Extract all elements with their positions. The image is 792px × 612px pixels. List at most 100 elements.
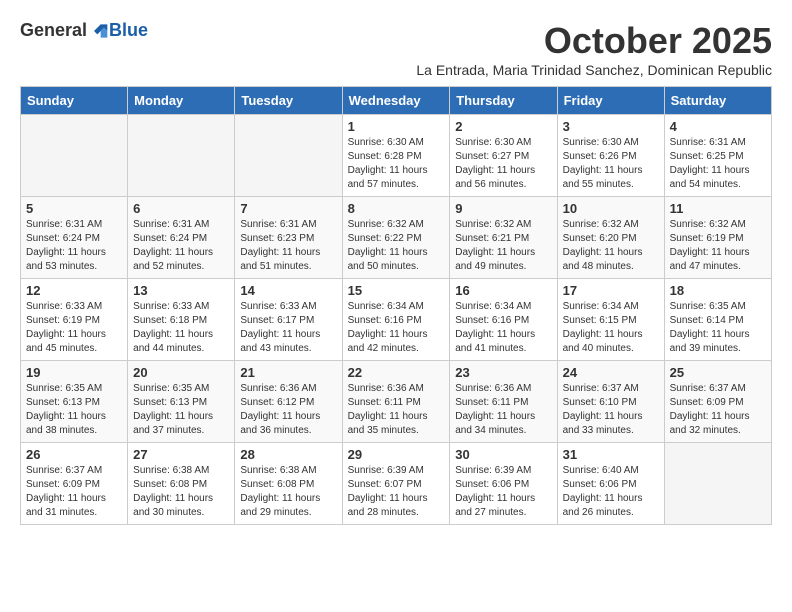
day-number: 12 [26, 283, 122, 298]
calendar-cell: 11 Sunrise: 6:32 AMSunset: 6:19 PMDayligh… [664, 197, 771, 279]
month-title: October 2025 [416, 20, 772, 62]
day-number: 28 [240, 447, 336, 462]
subtitle: La Entrada, Maria Trinidad Sanchez, Domi… [416, 62, 772, 78]
day-info: Sunrise: 6:30 AMSunset: 6:26 PMDaylight:… [563, 136, 659, 192]
day-number: 16 [455, 283, 551, 298]
weekday-header: Thursday [450, 87, 557, 115]
day-info: Sunrise: 6:38 AMSunset: 6:08 PMDaylight:… [240, 464, 336, 520]
day-number: 4 [670, 119, 766, 134]
calendar-cell: 23 Sunrise: 6:36 AMSunset: 6:11 PMDayligh… [450, 361, 557, 443]
calendar-cell: 6Sunrise: 6:31 AMSunset: 6:24 PMDaylight… [128, 197, 235, 279]
day-number: 20 [133, 365, 229, 380]
day-number: 25 [670, 365, 766, 380]
day-number: 30 [455, 447, 551, 462]
calendar-cell [128, 115, 235, 197]
calendar-cell: 18Sunrise: 6:35 AMSunset: 6:14 PMDayligh… [664, 279, 771, 361]
calendar-cell: 9Sunrise: 6:32 AMSunset: 6:21 PMDaylight… [450, 197, 557, 279]
day-info: Sunrise: 6:39 AMSunset: 6:07 PMDaylight:… [348, 464, 445, 520]
logo-general-text: General [20, 20, 87, 41]
weekday-header: Sunday [21, 87, 128, 115]
day-info: Sunrise: 6:33 AMSunset: 6:17 PMDaylight:… [240, 300, 336, 356]
calendar-cell: 22Sunrise: 6:36 AMSunset: 6:11 PMDayligh… [342, 361, 450, 443]
day-number: 24 [563, 365, 659, 380]
day-number: 3 [563, 119, 659, 134]
calendar-cell: 15 Sunrise: 6:34 AMSunset: 6:16 PMDayligh… [342, 279, 450, 361]
day-number: 29 [348, 447, 445, 462]
calendar-cell [664, 443, 771, 525]
calendar-cell: 8Sunrise: 6:32 AMSunset: 6:22 PMDaylight… [342, 197, 450, 279]
day-number: 27 [133, 447, 229, 462]
day-number: 10 [563, 201, 659, 216]
day-info: Sunrise: 6:34 AMSunset: 6:15 PMDaylight:… [563, 300, 659, 356]
logo-blue-text: Blue [109, 20, 148, 41]
weekday-header: Tuesday [235, 87, 342, 115]
day-number: 14 [240, 283, 336, 298]
calendar-cell: 24Sunrise: 6:37 AMSunset: 6:10 PMDayligh… [557, 361, 664, 443]
day-number: 23 [455, 365, 551, 380]
calendar-cell: 29 Sunrise: 6:39 AMSunset: 6:07 PMDayligh… [342, 443, 450, 525]
day-info: Sunrise: 6:33 AMSunset: 6:19 PMDaylight:… [26, 300, 122, 356]
calendar-cell: 3 Sunrise: 6:30 AMSunset: 6:26 PMDaylight… [557, 115, 664, 197]
weekday-header-row: SundayMondayTuesdayWednesdayThursdayFrid… [21, 87, 772, 115]
day-info: Sunrise: 6:32 AMSunset: 6:22 PMDaylight:… [348, 218, 445, 274]
day-info: Sunrise: 6:37 AMSunset: 6:09 PMDaylight:… [26, 464, 122, 520]
page-header: General Blue October 2025 La Entrada, Ma… [20, 20, 772, 78]
calendar-cell: 19 Sunrise: 6:35 AMSunset: 6:13 PMDayligh… [21, 361, 128, 443]
day-info: Sunrise: 6:31 AMSunset: 6:23 PMDaylight:… [240, 218, 336, 274]
day-number: 17 [563, 283, 659, 298]
day-info: Sunrise: 6:32 AMSunset: 6:19 PMDaylight:… [670, 218, 766, 274]
calendar-table: SundayMondayTuesdayWednesdayThursdayFrid… [20, 86, 772, 525]
calendar-cell: 27 Sunrise: 6:38 AMSunset: 6:08 PMDayligh… [128, 443, 235, 525]
calendar-week-row: 12 Sunrise: 6:33 AMSunset: 6:19 PMDayligh… [21, 279, 772, 361]
calendar-week-row: 1 Sunrise: 6:30 AMSunset: 6:28 PMDaylight… [21, 115, 772, 197]
day-number: 18 [670, 283, 766, 298]
calendar-cell [235, 115, 342, 197]
day-number: 22 [348, 365, 445, 380]
logo-icon [89, 21, 109, 41]
day-number: 21 [240, 365, 336, 380]
calendar-cell: 30 Sunrise: 6:39 AMSunset: 6:06 PMDayligh… [450, 443, 557, 525]
day-info: Sunrise: 6:40 AMSunset: 6:06 PMDaylight:… [563, 464, 659, 520]
day-info: Sunrise: 6:30 AMSunset: 6:28 PMDaylight:… [348, 136, 445, 192]
weekday-header: Friday [557, 87, 664, 115]
weekday-header: Wednesday [342, 87, 450, 115]
day-number: 13 [133, 283, 229, 298]
calendar-cell: 25 Sunrise: 6:37 AMSunset: 6:09 PMDayligh… [664, 361, 771, 443]
calendar-cell: 5Sunrise: 6:31 AMSunset: 6:24 PMDaylight… [21, 197, 128, 279]
day-info: Sunrise: 6:30 AMSunset: 6:27 PMDaylight:… [455, 136, 551, 192]
day-info: Sunrise: 6:35 AMSunset: 6:13 PMDaylight:… [133, 382, 229, 438]
day-number: 6 [133, 201, 229, 216]
calendar-cell: 4Sunrise: 6:31 AMSunset: 6:25 PMDaylight… [664, 115, 771, 197]
calendar-cell: 26Sunrise: 6:37 AMSunset: 6:09 PMDayligh… [21, 443, 128, 525]
day-info: Sunrise: 6:37 AMSunset: 6:09 PMDaylight:… [670, 382, 766, 438]
calendar-cell: 2 Sunrise: 6:30 AMSunset: 6:27 PMDaylight… [450, 115, 557, 197]
day-info: Sunrise: 6:32 AMSunset: 6:21 PMDaylight:… [455, 218, 551, 274]
day-number: 15 [348, 283, 445, 298]
day-number: 11 [670, 201, 766, 216]
calendar-cell: 10 Sunrise: 6:32 AMSunset: 6:20 PMDayligh… [557, 197, 664, 279]
calendar-cell: 7 Sunrise: 6:31 AMSunset: 6:23 PMDaylight… [235, 197, 342, 279]
day-info: Sunrise: 6:36 AMSunset: 6:11 PMDaylight:… [455, 382, 551, 438]
day-info: Sunrise: 6:34 AMSunset: 6:16 PMDaylight:… [348, 300, 445, 356]
calendar-cell: 20 Sunrise: 6:35 AMSunset: 6:13 PMDayligh… [128, 361, 235, 443]
title-section: October 2025 La Entrada, Maria Trinidad … [416, 20, 772, 78]
logo: General Blue [20, 20, 148, 41]
calendar-week-row: 26Sunrise: 6:37 AMSunset: 6:09 PMDayligh… [21, 443, 772, 525]
day-number: 19 [26, 365, 122, 380]
calendar-cell: 14 Sunrise: 6:33 AMSunset: 6:17 PMDayligh… [235, 279, 342, 361]
day-info: Sunrise: 6:38 AMSunset: 6:08 PMDaylight:… [133, 464, 229, 520]
calendar-cell: 1 Sunrise: 6:30 AMSunset: 6:28 PMDaylight… [342, 115, 450, 197]
day-number: 1 [348, 119, 445, 134]
calendar-cell [21, 115, 128, 197]
calendar-cell: 13Sunrise: 6:33 AMSunset: 6:18 PMDayligh… [128, 279, 235, 361]
day-number: 31 [563, 447, 659, 462]
day-info: Sunrise: 6:35 AMSunset: 6:13 PMDaylight:… [26, 382, 122, 438]
weekday-header: Saturday [664, 87, 771, 115]
day-info: Sunrise: 6:36 AMSunset: 6:12 PMDaylight:… [240, 382, 336, 438]
day-number: 2 [455, 119, 551, 134]
day-info: Sunrise: 6:32 AMSunset: 6:20 PMDaylight:… [563, 218, 659, 274]
calendar-cell: 17 Sunrise: 6:34 AMSunset: 6:15 PMDayligh… [557, 279, 664, 361]
calendar-cell: 21 Sunrise: 6:36 AMSunset: 6:12 PMDayligh… [235, 361, 342, 443]
day-info: Sunrise: 6:39 AMSunset: 6:06 PMDaylight:… [455, 464, 551, 520]
day-number: 7 [240, 201, 336, 216]
